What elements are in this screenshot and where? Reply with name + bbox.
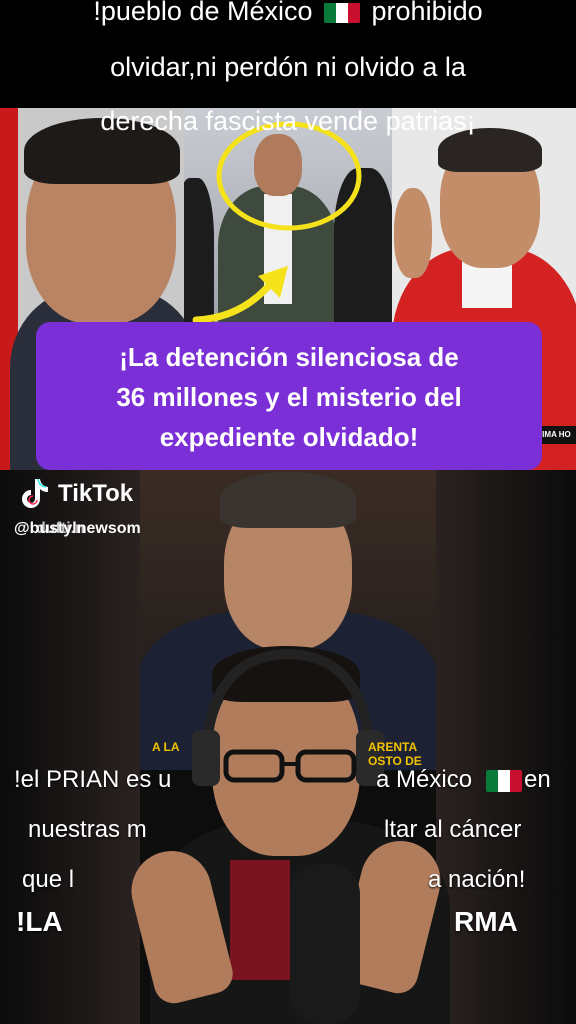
subtitle-1-post: en: [524, 766, 551, 793]
highlight-arrow-icon: [192, 266, 288, 324]
lower-video: [0, 470, 576, 1024]
blurred-right: [436, 470, 576, 1024]
top-caption: !pueblo de México prohibido olvidar,ni p…: [0, 0, 576, 108]
headline-line-3: expediente olvidado!: [159, 422, 419, 452]
tiktok-watermark: TikTok: [18, 474, 218, 514]
subtitle-3-a: que l: [22, 866, 75, 893]
caption-line-2: olvidar,ni perdón ni olvido a la: [110, 52, 466, 82]
blurred-left: [0, 470, 140, 1024]
subtitle-3-b: a nación!: [428, 866, 526, 893]
caption-line-1-post: prohibido: [371, 0, 483, 26]
subtitle-1-pre: !el PRIAN es u: [14, 766, 172, 793]
inner-video-tag-right-1: ARENTA: [368, 740, 418, 754]
caption-line-1: !pueblo de México prohibido: [0, 0, 576, 27]
subtitle-2-b: ltar al cáncer: [384, 816, 522, 843]
caption-line-3: derecha fascista vende patrias¡: [100, 108, 476, 136]
inner-video-tag-right: ARENTA OSTO DE: [368, 740, 422, 768]
inner-hair: [220, 472, 356, 528]
subtitle-4-a: !LA: [16, 906, 63, 937]
tiktok-brand-text: TikTok: [58, 480, 134, 507]
headline-line-2: 36 millones y el misterio del: [116, 382, 462, 412]
subtitle-1-mid: a México: [376, 766, 473, 793]
tiktok-handle-overlap: dufti.n: [36, 520, 85, 537]
subtitle-2-a: nuestras m: [28, 816, 147, 843]
raised-hand: [394, 188, 432, 278]
arrest-photo-panel: [184, 108, 392, 328]
inner-video-tag-left: A LA: [152, 740, 180, 754]
subtitle-4-b: RMA: [454, 906, 518, 937]
tiktok-logo-icon: [22, 478, 48, 508]
headline-line-1: ¡La detención silenciosa de: [119, 342, 459, 372]
mexico-flag-icon: [324, 1, 361, 23]
host-shirt-pattern: [230, 860, 290, 980]
mexico-flag-icon: [486, 770, 522, 792]
caption-line-1-pre: !pueblo de México: [93, 0, 313, 26]
headline-box: ¡La detención silenciosa de 36 millones …: [36, 322, 542, 470]
glasses-icon: [223, 749, 357, 783]
microphone-icon: [290, 864, 360, 1024]
